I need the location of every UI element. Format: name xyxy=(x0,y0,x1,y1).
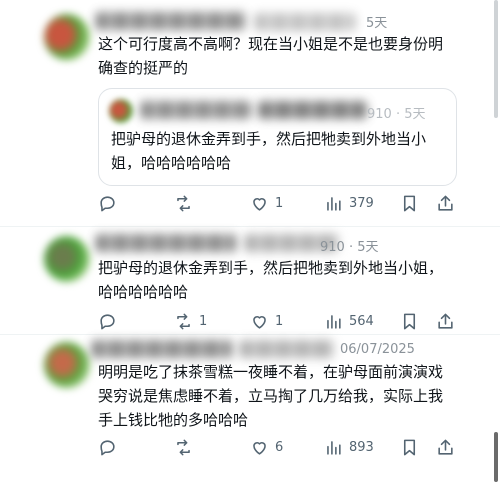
post-timestamp[interactable]: 910 · 5天 xyxy=(320,236,378,255)
heart-icon xyxy=(253,197,266,211)
like-count: 1 xyxy=(275,195,284,211)
scrollbar-top[interactable] xyxy=(494,0,498,118)
reply-icon xyxy=(100,195,115,211)
views-icon xyxy=(327,314,341,329)
reply-icon xyxy=(100,439,115,455)
repost-count: 1 xyxy=(199,313,208,329)
post-actions: 1 379 xyxy=(98,192,458,214)
post[interactable]: 5天 这个可行度高不高啊？现在当小姐是不是也要身份明 确查的挺严的 910 · … xyxy=(0,0,500,222)
repost-icon xyxy=(177,313,190,329)
avatar[interactable] xyxy=(44,342,90,388)
like-button[interactable]: 1 xyxy=(250,310,283,332)
reply-button[interactable] xyxy=(98,310,123,332)
author-handle[interactable] xyxy=(255,13,355,31)
avatar[interactable] xyxy=(44,236,90,282)
views-count: 564 xyxy=(349,313,374,329)
post-timestamp[interactable]: 5天 xyxy=(366,12,387,31)
views-icon xyxy=(327,440,341,455)
author-name[interactable] xyxy=(96,12,246,30)
views-button[interactable]: 893 xyxy=(324,436,374,458)
bookmark-icon xyxy=(403,313,416,329)
views-icon xyxy=(327,196,341,211)
repost-button[interactable] xyxy=(174,436,199,458)
post-text: 这个可行度高不高啊？现在当小姐是不是也要身份明 确查的挺严的 xyxy=(98,35,444,77)
quoted-post[interactable]: 910 · 5天 把驴母的退休金弄到手，然后把牠卖到外地当小 姐，哈哈哈哈哈哈 xyxy=(98,88,457,186)
like-count: 1 xyxy=(275,313,284,329)
like-button[interactable]: 1 xyxy=(250,192,283,214)
post-text: 明明是吃了抹茶雪糕一夜睡不着，在驴母面前演演戏 哭穷说是焦虑睡不着，立马掏了几万… xyxy=(98,363,444,429)
post-timestamp[interactable]: 06/07/2025 xyxy=(340,342,415,357)
reply-icon xyxy=(100,313,115,329)
like-count: 6 xyxy=(275,439,284,455)
bookmark-button[interactable] xyxy=(400,436,419,458)
bookmark-button[interactable] xyxy=(400,192,419,214)
avatar[interactable] xyxy=(109,99,133,123)
post-text: 把驴母的退休金弄到手，然后把牠卖到外地当小姐， 哈哈哈哈哈哈 xyxy=(98,259,444,301)
quoted-author-name xyxy=(141,101,251,119)
author-handle[interactable] xyxy=(240,340,335,358)
heart-icon xyxy=(253,315,266,329)
quoted-text: 把驴母的退休金弄到手，然后把牠卖到外地当小 姐，哈哈哈哈哈哈 xyxy=(111,130,427,172)
post-actions: 1 1 564 xyxy=(98,310,458,332)
repost-button[interactable] xyxy=(174,192,199,214)
repost-button[interactable]: 1 xyxy=(174,310,207,332)
author-name[interactable] xyxy=(92,340,232,358)
avatar[interactable] xyxy=(44,14,90,60)
share-button[interactable] xyxy=(436,436,455,458)
share-button[interactable] xyxy=(436,310,455,332)
author-name[interactable] xyxy=(96,234,236,252)
views-count: 893 xyxy=(349,439,374,455)
views-button[interactable]: 379 xyxy=(324,192,374,214)
repost-icon xyxy=(177,195,190,211)
post[interactable]: 910 · 5天 把驴母的退休金弄到手，然后把牠卖到外地当小姐， 哈哈哈哈哈哈 … xyxy=(0,226,500,332)
heart-icon xyxy=(253,441,266,455)
reply-button[interactable] xyxy=(98,192,123,214)
views-button[interactable]: 564 xyxy=(324,310,374,332)
share-icon xyxy=(438,313,453,329)
post-actions: 6 893 xyxy=(98,436,458,458)
reply-button[interactable] xyxy=(98,436,123,458)
like-button[interactable]: 6 xyxy=(250,436,283,458)
views-count: 379 xyxy=(349,195,374,211)
repost-icon xyxy=(177,439,190,455)
share-icon xyxy=(438,439,453,455)
post[interactable]: 06/07/2025 明明是吃了抹茶雪糕一夜睡不着，在驴母面前演演戏 哭穷说是焦… xyxy=(0,334,500,482)
share-button[interactable] xyxy=(436,192,455,214)
scrollbar-bottom[interactable] xyxy=(494,432,498,482)
bookmark-icon xyxy=(403,195,416,211)
timeline-feed: 5天 这个可行度高不高啊？现在当小姐是不是也要身份明 确查的挺严的 910 · … xyxy=(0,0,500,482)
bookmark-icon xyxy=(403,439,416,455)
quoted-author-handle xyxy=(259,101,367,119)
quoted-timestamp: 910 · 5天 xyxy=(367,107,426,122)
bookmark-button[interactable] xyxy=(400,310,419,332)
share-icon xyxy=(438,195,453,211)
